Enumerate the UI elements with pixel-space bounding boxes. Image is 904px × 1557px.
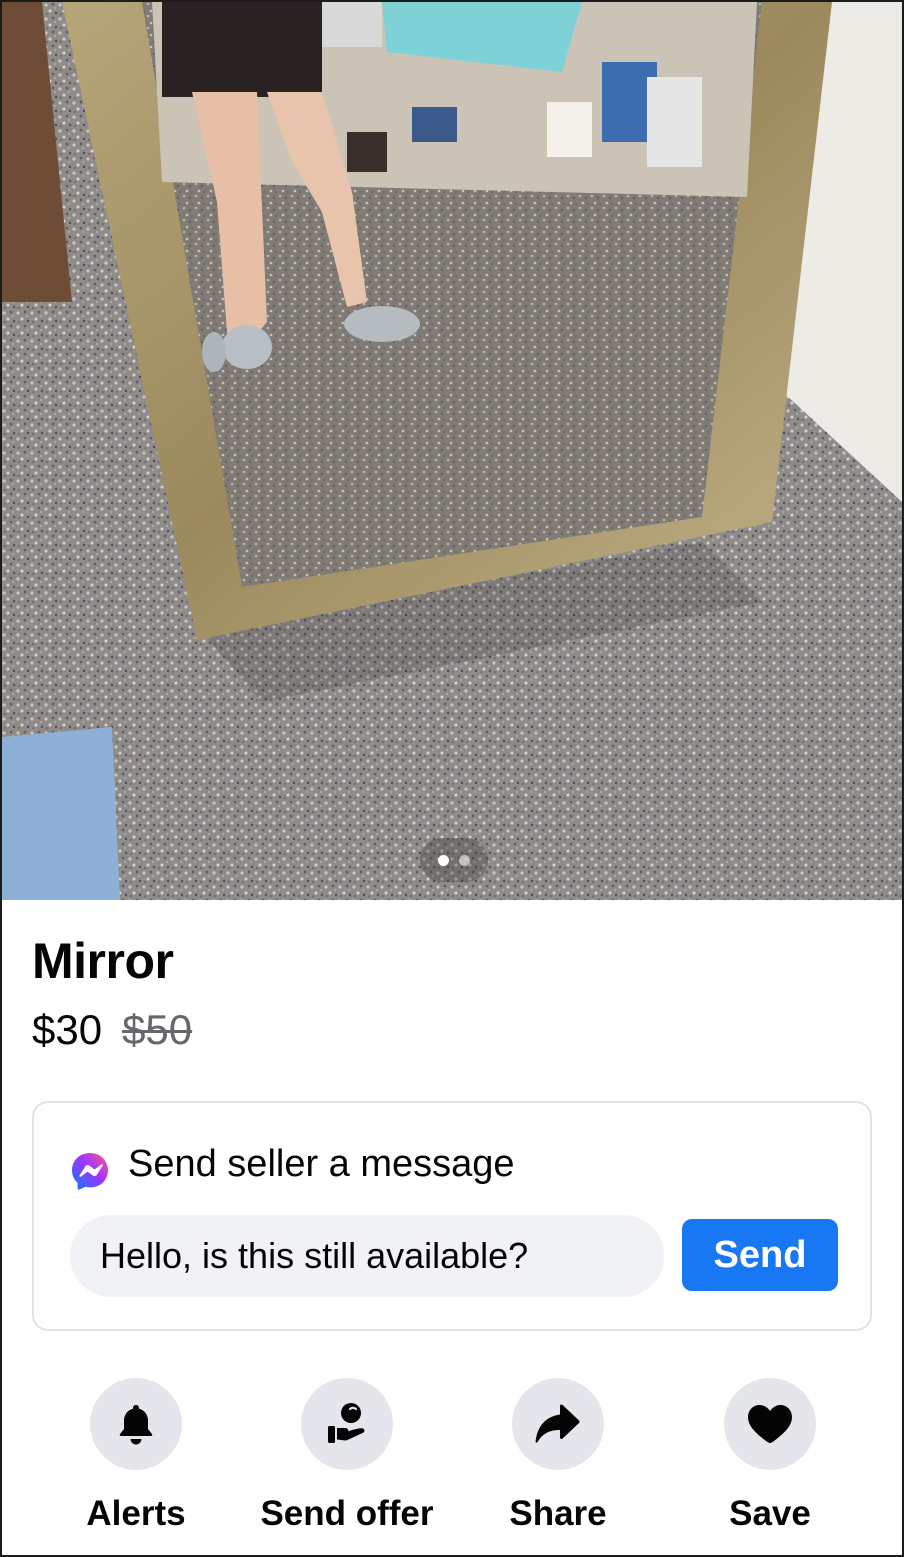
current-price: $30	[32, 1006, 103, 1053]
bell-icon	[119, 1405, 153, 1445]
save-button[interactable]: Save	[660, 1378, 880, 1534]
offer-icon	[328, 1403, 365, 1443]
send-offer-label: Send offer	[260, 1494, 434, 1533]
mirror-photo	[2, 2, 902, 900]
listing-photo[interactable]	[2, 2, 902, 900]
original-price: $50	[122, 1006, 193, 1053]
listing-title: Mirror	[32, 933, 174, 989]
price-row: $30 $50	[32, 1006, 192, 1054]
carousel-indicator[interactable]	[420, 838, 488, 882]
send-button[interactable]: Send	[682, 1219, 838, 1291]
messenger-icon	[72, 1153, 108, 1190]
save-button-circle[interactable]	[724, 1378, 816, 1470]
share-button-circle[interactable]	[512, 1378, 604, 1470]
alerts-button-circle[interactable]	[90, 1378, 182, 1470]
share-label: Share	[509, 1494, 607, 1533]
send-offer-button-circle[interactable]	[301, 1378, 393, 1470]
save-label: Save	[729, 1494, 811, 1533]
alerts-label: Alerts	[86, 1494, 186, 1533]
marketplace-listing: Mirror $30 $50 Send seller a message Hel…	[0, 0, 904, 1557]
message-header: Send seller a message	[70, 1137, 515, 1191]
carousel-dot-active	[438, 854, 449, 866]
heart-icon	[748, 1405, 792, 1443]
carousel-dot	[459, 854, 470, 866]
share-button[interactable]: Share	[448, 1378, 668, 1534]
message-header-text: Send seller a message	[128, 1142, 515, 1185]
send-offer-button[interactable]: Send offer	[237, 1378, 457, 1534]
message-seller-card: Send seller a message Hello, is this sti…	[32, 1101, 872, 1331]
share-icon	[535, 1404, 580, 1443]
alerts-button[interactable]: Alerts	[26, 1378, 246, 1534]
message-input[interactable]: Hello, is this still available?	[70, 1215, 664, 1297]
action-bar: Alerts Send offer Share Save	[2, 1378, 902, 1548]
